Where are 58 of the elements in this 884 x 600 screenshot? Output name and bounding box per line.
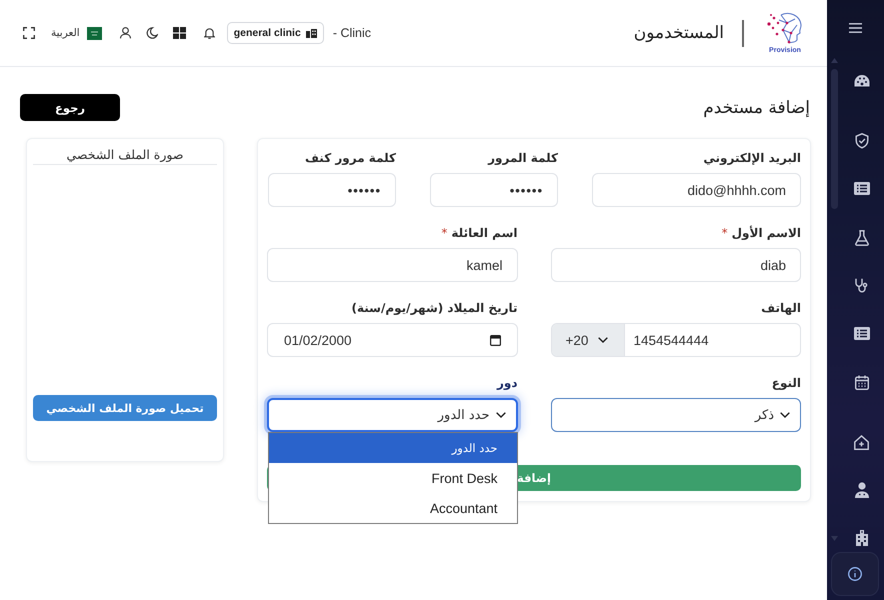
chevron-icon (496, 412, 506, 418)
password-field[interactable]: •••••• (430, 173, 558, 207)
field-label: الاسم الأول (732, 226, 801, 240)
grid-icon[interactable] (172, 27, 186, 39)
scrollbar-thumb[interactable] (830, 69, 838, 209)
dropdown-option[interactable]: حدد الدور (268, 433, 516, 463)
info-icon (848, 567, 862, 581)
house-plus-icon[interactable] (854, 434, 869, 450)
clinic-selector[interactable]: general clinic (226, 22, 324, 44)
input-field[interactable]: kamel (267, 248, 518, 282)
user-icon[interactable] (120, 27, 131, 39)
list-icon[interactable] (854, 326, 870, 340)
field-label: دور (496, 376, 518, 390)
phone-input[interactable]: 1454544444 (624, 324, 800, 356)
field-label: الهاتف (761, 301, 801, 315)
password-field[interactable]: •••••• (268, 173, 396, 207)
country-code-select[interactable]: +20 (552, 324, 624, 356)
field-label: تاريخ الميلاد (شهر/يوم/سنة) (352, 301, 518, 315)
chevron-icon (780, 412, 790, 418)
menu-icon[interactable] (849, 23, 862, 33)
logo-icon (767, 12, 803, 46)
info-button[interactable] (831, 552, 879, 596)
card-title: صورة الملف الشخصي (33, 146, 217, 165)
date-input[interactable]: 01/02/2000 (267, 323, 518, 357)
calendar-icon (490, 334, 500, 346)
flask-icon[interactable] (854, 230, 868, 246)
flag-icon[interactable] (86, 26, 102, 40)
required-mark: * (722, 226, 728, 240)
field-label: كلمة مرور كنف (305, 151, 396, 165)
select-field[interactable]: ذكر (550, 398, 801, 432)
fullscreen-icon[interactable] (23, 27, 35, 39)
building-icon (306, 28, 317, 38)
language-label[interactable]: العربية (51, 27, 80, 39)
select-field[interactable]: حدد الدور (267, 398, 518, 432)
upload-button[interactable]: تحميل صورة الملف الشخصي (33, 395, 217, 421)
field-label: النوع (772, 376, 801, 390)
person-icon[interactable] (854, 482, 868, 498)
page-title: المستخدمون (634, 23, 724, 43)
chevron-icon (598, 337, 608, 343)
dropdown-option[interactable]: Accountant (268, 493, 516, 523)
dropdown-option[interactable]: Front Desk (268, 463, 516, 493)
list-icon[interactable] (854, 182, 870, 194)
clinic-label: - Clinic (332, 26, 372, 40)
moon-icon[interactable] (146, 27, 158, 39)
shield-check-icon[interactable] (854, 133, 868, 149)
required-mark: * (441, 226, 448, 240)
calendar-icon[interactable] (854, 374, 868, 390)
section-title: إضافة مستخدم (703, 98, 810, 118)
input-field[interactable]: diab (550, 248, 801, 282)
field-label: البريد الإلكتروني (703, 151, 801, 165)
gauge-icon[interactable] (854, 74, 870, 86)
building-icon[interactable] (854, 530, 868, 546)
field-label: كلمة المرور (488, 151, 558, 165)
stethoscope-icon[interactable] (854, 278, 868, 294)
input-field[interactable]: dido@hhhh.com (592, 173, 801, 207)
back-button[interactable]: رجوع (20, 94, 120, 121)
field-label: اسم العائلة (451, 226, 518, 240)
bell-icon[interactable] (204, 27, 215, 39)
